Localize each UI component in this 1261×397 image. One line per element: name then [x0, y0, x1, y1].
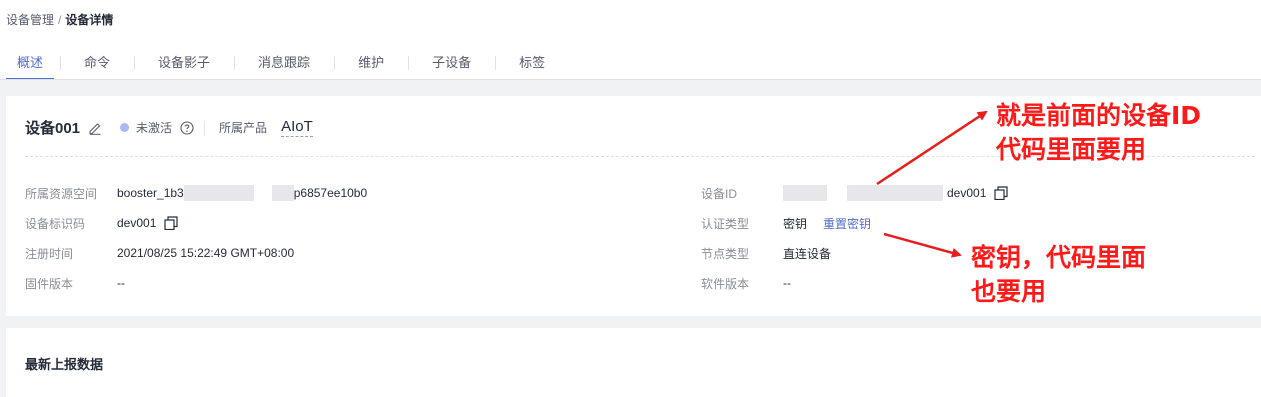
device-name: 设备001 [25, 120, 81, 137]
latest-data-card: 最新上报数据 [6, 328, 1261, 397]
field-label: 设备ID [701, 186, 738, 201]
field-firmware-version: 固件版本 -- [25, 274, 625, 292]
firmware-version-value: -- [117, 276, 125, 290]
annotation-text: 就是前面的设备ID [996, 101, 1202, 130]
breadcrumb-parent[interactable]: 设备管理 [6, 13, 54, 27]
node-type-value: 直连设备 [783, 246, 832, 261]
device-id-suffix: dev001 [947, 186, 987, 200]
tab-message-trace[interactable]: 消息跟踪 [234, 52, 334, 80]
pencil-icon[interactable] [88, 121, 102, 135]
resource-space-suffix: p6857ee10b0 [293, 186, 368, 200]
software-version-value: -- [783, 276, 791, 290]
field-device-id: 设备ID dev001 [701, 184, 1221, 202]
device-id-value: dev001 [783, 185, 1008, 201]
annotation-text: 密钥，代码里面 [971, 243, 1147, 272]
auth-type-text: 密钥 [783, 216, 808, 231]
annotation-secret: 密钥，代码里面 也要用 [971, 241, 1146, 309]
field-auth-type: 认证类型 密钥 重置密钥 [701, 214, 1221, 232]
breadcrumb-current: 设备详情 [65, 13, 114, 27]
breadcrumb-separator: / [58, 13, 62, 27]
field-label: 设备标识码 [25, 216, 86, 231]
device-identifier-value: dev001 [117, 216, 178, 231]
annotation-device-id: 就是前面的设备ID 代码里面要用 [996, 99, 1201, 167]
field-register-time: 注册时间 2021/08/25 15:22:49 GMT+08:00 [25, 244, 625, 262]
field-label: 固件版本 [25, 276, 74, 291]
tab-maintenance[interactable]: 维护 [334, 52, 408, 80]
annotation-text: 代码里面要用 [996, 135, 1147, 164]
masked-segment [183, 185, 254, 201]
copy-icon[interactable] [994, 186, 1008, 201]
status-dot [120, 123, 130, 132]
reset-secret-link[interactable]: 重置密钥 [823, 215, 871, 232]
tab-divider [0, 79, 1261, 80]
product-label: 所属产品 [219, 121, 268, 135]
tab-commands[interactable]: 命令 [60, 52, 134, 80]
resource-space-prefix: booster_1b3 [117, 186, 184, 200]
tab-bar: 概述 命令 设备影子 消息跟踪 维护 子设备 标签 [0, 52, 569, 80]
question-circle-icon[interactable] [180, 120, 194, 135]
masked-segment [271, 185, 294, 201]
masked-segment [847, 185, 943, 201]
tab-overview[interactable]: 概述 [0, 52, 60, 80]
resource-space-value: booster_1b3 p6857ee10b0 [117, 185, 367, 201]
auth-type-value: 密钥 重置密钥 [783, 215, 871, 232]
header-area: 设备管理 / 设备详情 概述 命令 设备影子 消息跟踪 维护 子设备 标签 [0, 0, 1261, 80]
masked-segment [783, 185, 827, 201]
field-label: 软件版本 [701, 276, 750, 291]
annotation-text: 也要用 [971, 277, 1047, 306]
field-label: 节点类型 [701, 246, 750, 261]
tab-tags[interactable]: 标签 [495, 52, 569, 80]
latest-data-title: 最新上报数据 [25, 357, 104, 372]
field-device-identifier: 设备标识码 dev001 [25, 214, 625, 232]
status-badge: 未激活 [136, 121, 173, 135]
tab-device-shadow[interactable]: 设备影子 [134, 52, 234, 80]
field-label: 认证类型 [701, 216, 750, 231]
tab-sub-devices[interactable]: 子设备 [408, 52, 495, 80]
device-identifier-text: dev001 [117, 216, 157, 230]
header-divider [204, 120, 206, 135]
field-label: 所属资源空间 [25, 186, 98, 201]
field-label: 注册时间 [25, 246, 74, 261]
copy-icon[interactable] [164, 216, 178, 231]
field-resource-space: 所属资源空间 booster_1b3 p6857ee10b0 [25, 184, 625, 202]
register-time-value: 2021/08/25 15:22:49 GMT+08:00 [117, 246, 295, 260]
product-value[interactable]: AIoT [281, 118, 313, 137]
device-header: 设备001 未激活 所属产品 AIoT [25, 117, 313, 138]
breadcrumb: 设备管理 / 设备详情 [6, 11, 113, 28]
